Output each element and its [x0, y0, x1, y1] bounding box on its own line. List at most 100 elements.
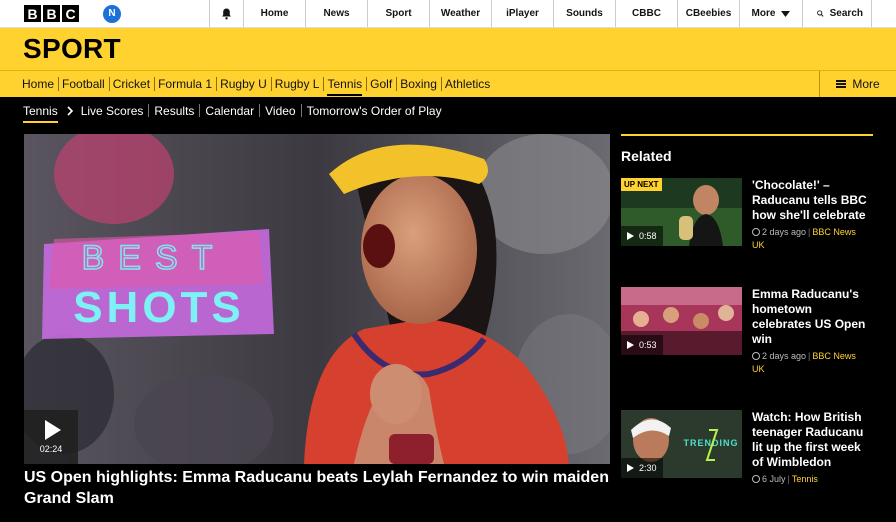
sub-nav-live-scores[interactable]: Live Scores — [76, 97, 149, 124]
sub-nav-video[interactable]: Video — [260, 97, 300, 124]
chevron-down-icon — [781, 10, 791, 17]
bell-icon — [222, 8, 231, 19]
section-nav-item-home[interactable]: Home — [18, 71, 58, 97]
play-icon — [627, 464, 634, 472]
play-icon — [627, 232, 634, 240]
sub-nav-results[interactable]: Results — [149, 97, 199, 124]
search-icon — [817, 10, 824, 17]
related-meta: 6 July | Tennis — [752, 473, 873, 486]
hero-photo: BEST SHOTS — [24, 134, 610, 464]
related-headline[interactable]: 'Chocolate!' – Raducanu tells BBC how sh… — [752, 178, 873, 223]
related-thumbnail[interactable]: UP NEXT 0:58 — [621, 178, 742, 246]
related-item[interactable]: TRENDING 2:30 Watch: How British teenage… — [621, 410, 873, 486]
section-more-label: More — [852, 77, 880, 91]
bbc-logo-letter: B — [24, 5, 41, 22]
nav-sport-link[interactable]: Sport — [367, 0, 429, 27]
page-title[interactable]: SPORT — [23, 33, 121, 65]
sub-nav: Tennis Live Scores Results Calendar Vide… — [0, 97, 896, 124]
related-play-button[interactable]: 2:30 — [621, 458, 663, 478]
section-nav-item-athletics[interactable]: Athletics — [440, 71, 494, 97]
bbc-logo-letter: C — [62, 5, 79, 22]
section-nav: Home Football Cricket Formula 1 Rugby U … — [0, 70, 896, 97]
nav-more-label: More — [751, 8, 776, 19]
meta-divider: | — [808, 351, 811, 361]
section-nav-item-tennis[interactable]: Tennis — [323, 71, 366, 97]
related-time: 2 days ago — [762, 351, 807, 361]
related-thumbnail[interactable]: 0:53 — [621, 287, 742, 355]
sport-header: SPORT — [0, 28, 896, 70]
meta-divider: | — [808, 227, 811, 237]
related-time: 2 days ago — [762, 227, 807, 237]
section-nav-item-golf[interactable]: Golf — [366, 71, 396, 97]
related-duration: 0:53 — [639, 340, 657, 350]
related-text: Watch: How British teenager Raducanu lit… — [742, 410, 873, 486]
play-icon — [45, 420, 61, 440]
bbc-logo-letter: B — [43, 5, 60, 22]
sub-nav-current-tennis[interactable]: Tennis — [18, 97, 63, 124]
related-tag[interactable]: BBC News — [812, 351, 856, 361]
section-nav-item-formula1[interactable]: Formula 1 — [154, 71, 216, 97]
hero-video[interactable]: BEST SHOTS 02:24 — [24, 134, 610, 464]
related-tag-secondary[interactable]: UK — [752, 240, 765, 250]
related-play-button[interactable]: 0:58 — [621, 226, 663, 246]
related-duration: 2:30 — [639, 463, 657, 473]
nav-search-button[interactable]: Search — [802, 0, 872, 27]
meta-divider: | — [787, 474, 790, 484]
nav-iplayer-link[interactable]: iPlayer — [491, 0, 553, 27]
related-headline[interactable]: Watch: How British teenager Raducanu lit… — [752, 410, 873, 470]
clock-icon — [752, 228, 760, 236]
hamburger-icon — [836, 80, 847, 88]
sub-nav-order-of-play[interactable]: Tomorrow's Order of Play — [302, 97, 447, 124]
up-next-badge: UP NEXT — [621, 178, 662, 191]
section-nav-item-rugby-league[interactable]: Rugby L — [270, 71, 324, 97]
clock-icon — [752, 475, 760, 483]
section-nav-item-cricket[interactable]: Cricket — [108, 71, 154, 97]
chevron-right-icon — [67, 105, 73, 116]
nav-cbeebies-link[interactable]: CBeebies — [677, 0, 739, 27]
related-item[interactable]: UP NEXT 0:58 'Chocolate!' – Raducanu tel… — [621, 178, 873, 252]
play-icon — [627, 341, 634, 349]
related-play-button[interactable]: 0:53 — [621, 335, 663, 355]
notifications-bell-button[interactable] — [209, 0, 243, 27]
related-divider — [621, 134, 873, 136]
section-nav-item-boxing[interactable]: Boxing — [396, 71, 441, 97]
hero-headline[interactable]: US Open highlights: Emma Raducanu beats … — [24, 467, 624, 509]
related-item[interactable]: 0:53 Emma Raducanu's hometown celebrates… — [621, 287, 873, 376]
nav-home-link[interactable]: Home — [243, 0, 305, 27]
related-meta: 2 days ago | BBC News UK — [752, 226, 873, 252]
related-tag-secondary[interactable]: UK — [752, 364, 765, 374]
main-content: BEST SHOTS 02:24 US Open highlights: Emm… — [0, 124, 896, 507]
nav-news-link[interactable]: News — [305, 0, 367, 27]
related-tag[interactable]: BBC News — [812, 227, 856, 237]
nav-weather-link[interactable]: Weather — [429, 0, 491, 27]
section-more-button[interactable]: More — [819, 71, 896, 97]
nav-cbbc-link[interactable]: CBBC — [615, 0, 677, 27]
clock-icon — [752, 352, 760, 360]
section-nav-item-football[interactable]: Football — [58, 71, 109, 97]
nav-more-button[interactable]: More — [739, 0, 802, 27]
best-shots-line2: SHOTS — [73, 283, 245, 332]
notification-button[interactable]: N — [93, 0, 131, 27]
hero-duration: 02:24 — [39, 444, 63, 454]
nav-sounds-link[interactable]: Sounds — [553, 0, 615, 27]
bbc-logo[interactable]: B B C — [0, 0, 93, 27]
nav-right-pad — [872, 0, 896, 27]
global-nav: B B C N Home News Sport Weather iPlayer … — [0, 0, 896, 28]
related-text: Emma Raducanu's hometown celebrates US O… — [742, 287, 873, 376]
sub-nav-calendar[interactable]: Calendar — [200, 97, 259, 124]
related-meta: 2 days ago | BBC News UK — [752, 350, 873, 376]
section-nav-list: Home Football Cricket Formula 1 Rugby U … — [0, 71, 819, 97]
related-tag[interactable]: Tennis — [792, 474, 818, 484]
section-nav-item-rugby-union[interactable]: Rugby U — [216, 71, 271, 97]
best-shots-line1: BEST — [82, 239, 227, 277]
notification-badge: N — [103, 4, 121, 23]
related-section: Related UP NEXT 0:58 'Chocolate!' – Radu… — [621, 134, 873, 484]
related-text: 'Chocolate!' – Raducanu tells BBC how sh… — [742, 178, 873, 252]
related-headline[interactable]: Emma Raducanu's hometown celebrates US O… — [752, 287, 873, 347]
nav-search-label: Search — [829, 8, 863, 19]
related-thumbnail[interactable]: TRENDING 2:30 — [621, 410, 742, 478]
hero-play-button[interactable]: 02:24 — [24, 410, 78, 464]
related-time: 6 July — [762, 474, 786, 484]
related-duration: 0:58 — [639, 231, 657, 241]
